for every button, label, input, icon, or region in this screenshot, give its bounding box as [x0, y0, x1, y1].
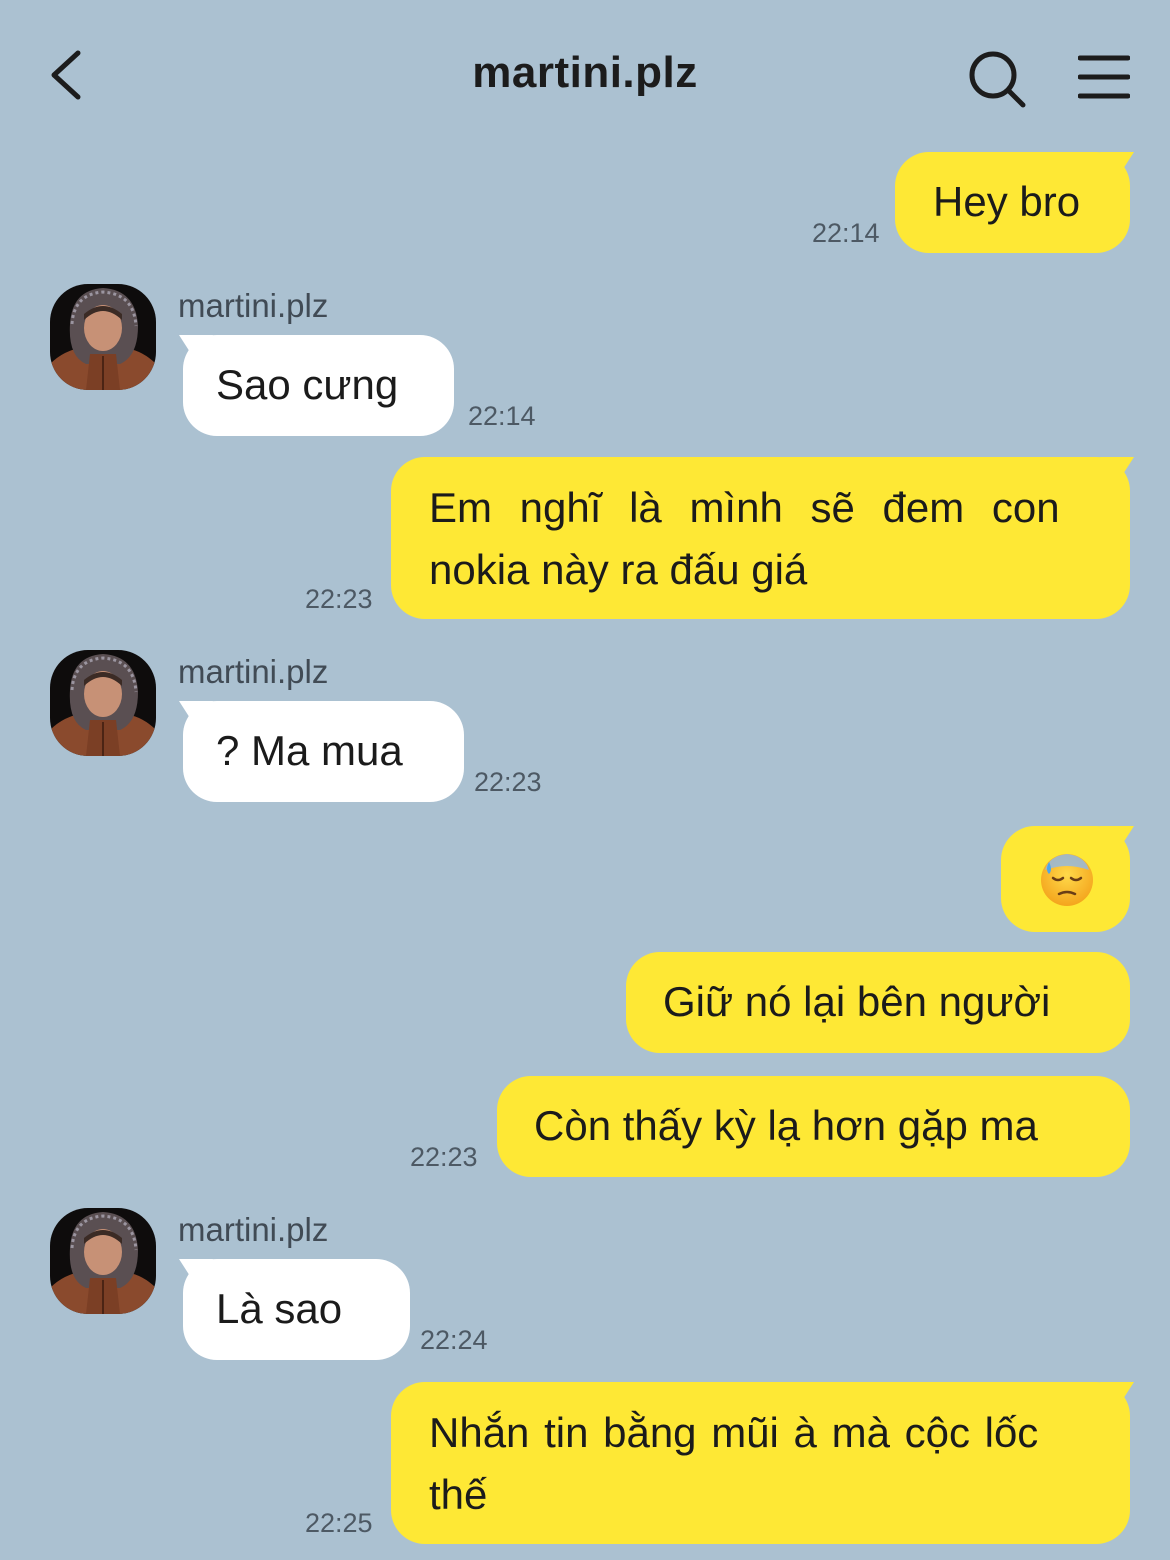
sender-name: martini.plz — [178, 287, 329, 324]
sweat-face-emoji-icon — [1041, 854, 1093, 906]
message-time: 22:24 — [420, 1325, 488, 1355]
message-text-line: Nhắn tin bằng mũi à mà cộc lốc — [429, 1409, 1039, 1456]
bubble-tail — [1100, 152, 1134, 180]
message-text: ? Ma mua — [216, 727, 403, 774]
message-text-line: nokia này ra đấu giá — [429, 546, 808, 593]
message-text: Là sao — [216, 1285, 343, 1332]
search-icon — [969, 51, 1026, 108]
outgoing-emoji-message[interactable]: 😓 — [1001, 826, 1134, 932]
message-text-line: Em nghĩ là mình sẽ đem con — [429, 484, 1060, 531]
bubble-tail — [1100, 826, 1134, 854]
avatar[interactable] — [50, 1208, 156, 1314]
avatar[interactable] — [50, 650, 156, 756]
message-time: 22:23 — [305, 584, 373, 614]
search-button[interactable] — [966, 48, 1028, 110]
incoming-message[interactable]: Là sao — [179, 1259, 410, 1360]
message-text-line: thế — [429, 1471, 488, 1518]
message-text: Sao cưng — [216, 361, 399, 408]
outgoing-message[interactable]: Còn thấy kỳ lạ hơn gặp ma — [497, 1076, 1130, 1177]
bubble-tail — [179, 701, 213, 729]
message-text: Giữ nó lại bên người — [663, 978, 1051, 1025]
message-time: 22:14 — [812, 218, 880, 248]
message-time: 22:23 — [474, 767, 542, 797]
avatar-image — [50, 1208, 156, 1314]
avatar[interactable] — [50, 284, 156, 390]
message-time: 22:23 — [410, 1142, 478, 1172]
incoming-message[interactable]: Sao cưng — [179, 335, 454, 436]
outgoing-message[interactable]: Em nghĩ là mình sẽ đem con nokia này ra … — [391, 457, 1134, 619]
menu-button[interactable] — [1077, 54, 1131, 100]
message-text: Còn thấy kỳ lạ hơn gặp ma — [534, 1102, 1038, 1149]
outgoing-message[interactable]: Hey bro — [895, 152, 1134, 253]
message-text: Hey bro — [933, 178, 1081, 225]
message-time: 22:14 — [468, 401, 536, 431]
chat-header: martini.plz — [0, 0, 1170, 150]
outgoing-message[interactable]: Nhắn tin bằng mũi à mà cộc lốc thế — [391, 1382, 1134, 1544]
bubble-tail — [1100, 457, 1134, 485]
bubble-tail — [1100, 1382, 1134, 1410]
outgoing-message[interactable]: Giữ nó lại bên người — [626, 952, 1130, 1053]
avatar-image — [50, 650, 156, 756]
avatar-image — [50, 284, 156, 390]
bubble-tail — [179, 335, 213, 363]
sender-name: martini.plz — [178, 1211, 329, 1248]
bubble-tail — [179, 1259, 213, 1287]
message-time: 22:25 — [305, 1508, 373, 1538]
incoming-message[interactable]: ? Ma mua — [179, 701, 464, 802]
sender-name: martini.plz — [178, 653, 329, 690]
menu-icon — [1077, 55, 1131, 99]
